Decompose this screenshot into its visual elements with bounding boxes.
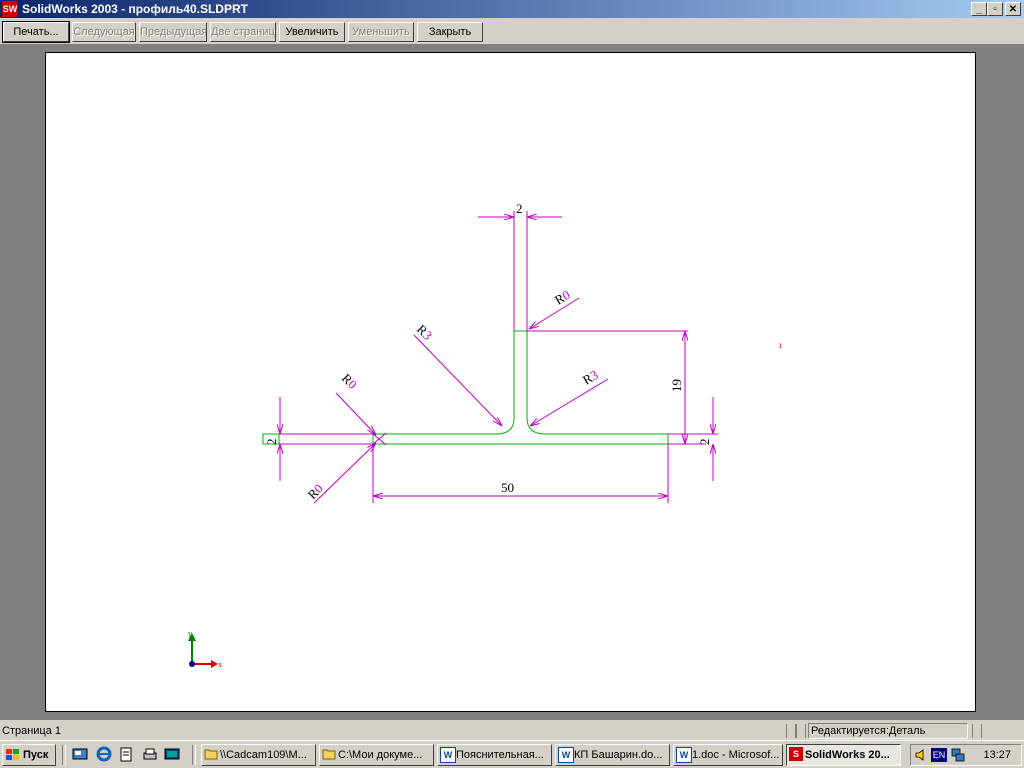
two-pages-button[interactable]: Две страниц (210, 22, 276, 42)
task-label: Пояснительная... (456, 749, 544, 761)
next-page-button[interactable]: Следующая (72, 22, 136, 42)
coordinate-triad-icon: y x (188, 629, 222, 669)
window-title: SolidWorks 2003 - профиль40.SLDPRT (22, 2, 248, 16)
status-bar: Страница 1 Редактируется:Деталь (0, 722, 1024, 740)
task-label: C:\Мои докуме... (338, 749, 423, 761)
radius-left-fillet-label: R3 (414, 322, 435, 343)
terminal-icon[interactable] (164, 746, 180, 762)
radius-right-fillet-label: R3 (580, 367, 601, 388)
language-indicator[interactable]: EN (931, 748, 947, 762)
close-window-button[interactable]: ✕ (1005, 2, 1021, 16)
task-button-word-1doc[interactable]: W 1.doc - Microsof... (673, 744, 783, 766)
dim-left-thickness: 2 (264, 439, 279, 446)
radius-left-upper-label: R0 (339, 371, 360, 392)
internet-explorer-icon[interactable] (96, 746, 112, 762)
task-label: 1.doc - Microsof... (692, 749, 780, 761)
dim-base-length: 50 (501, 480, 514, 495)
maximize-button[interactable]: ▫ (987, 2, 1003, 16)
close-icon: ✕ (1008, 4, 1018, 15)
solidworks-app-icon[interactable]: SW (2, 1, 18, 17)
y-axis-label: y (188, 629, 192, 638)
zoom-out-button[interactable]: Уменьшить (348, 22, 414, 42)
task-label: КП Башарин.do... (574, 749, 663, 761)
point-marker: ı (779, 340, 782, 350)
start-label: Пуск (23, 749, 49, 761)
drawing-canvas: 2 19 2 2 50 R0 R3 R3 R0 R0 ı y x (188, 201, 782, 669)
start-button[interactable]: Пуск (2, 744, 56, 766)
print-preview-toolbar: Печать... Следующая Предыдущая Две стран… (0, 20, 1024, 44)
windows-logo-icon (6, 749, 19, 761)
folder-icon (204, 747, 218, 761)
minimize-button[interactable]: _ (971, 2, 987, 16)
task-button-my-documents[interactable]: C:\Мои докуме... (319, 744, 434, 766)
paper-sheet: 2 19 2 2 50 R0 R3 R3 R0 R0 ı y x (45, 52, 976, 712)
zoom-in-button[interactable]: Увеличить (279, 22, 345, 42)
word-icon: W (676, 747, 692, 763)
task-button-solidworks[interactable]: S SolidWorks 20... (786, 744, 901, 766)
restore-icon: ▫ (993, 4, 997, 15)
dim-top-width: 2 (516, 201, 523, 216)
status-separator (972, 724, 982, 738)
task-label: SolidWorks 20... (805, 749, 890, 761)
dim-height: 19 (669, 379, 684, 392)
show-desktop-icon[interactable] (72, 746, 88, 762)
profile-outline (262, 330, 669, 445)
printer-icon[interactable] (142, 746, 158, 762)
task-button-word-basharin[interactable]: W КП Башарин.do... (555, 744, 670, 766)
dimension-lines (279, 211, 718, 504)
status-separator (786, 724, 796, 738)
previous-page-button[interactable]: Предыдущая (139, 22, 207, 42)
page-indicator: Страница 1 (2, 725, 62, 737)
close-preview-button[interactable]: Закрыть (417, 22, 483, 42)
volume-icon[interactable] (914, 748, 928, 762)
status-separator (796, 724, 806, 738)
notepad-icon[interactable] (118, 746, 134, 762)
edit-mode-status: Редактируется:Деталь (808, 723, 968, 739)
word-icon: W (440, 747, 456, 763)
taskbar-separator (192, 745, 196, 765)
network-icon[interactable] (951, 748, 965, 762)
task-label: \\Cadcam109\M... (220, 749, 307, 761)
title-bar: SW SolidWorks 2003 - профиль40.SLDPRT _ … (0, 0, 1024, 18)
clock[interactable]: 13:27 (983, 749, 1011, 761)
task-button-cadcam[interactable]: \\Cadcam109\M... (201, 744, 316, 766)
radius-left-lower-label: R0 (305, 481, 326, 502)
taskbar-separator (62, 745, 66, 765)
preview-area: 2 19 2 2 50 R0 R3 R3 R0 R0 ı y x (0, 44, 1024, 720)
dim-right-thickness: 2 (697, 439, 712, 446)
folder-icon (322, 747, 336, 761)
word-icon: W (558, 747, 574, 763)
system-tray: EN 13:27 (910, 744, 1022, 766)
x-axis-label: x (218, 660, 222, 669)
radius-top-label: R0 (552, 287, 573, 308)
taskbar: Пуск \\Cadcam109\M... C:\Мои докуме... W… (0, 740, 1024, 768)
solidworks-icon: S (789, 747, 803, 761)
task-button-word-explanatory[interactable]: W Пояснительная... (437, 744, 552, 766)
print-button[interactable]: Печать... (2, 21, 70, 43)
minimize-icon: _ (976, 4, 982, 15)
